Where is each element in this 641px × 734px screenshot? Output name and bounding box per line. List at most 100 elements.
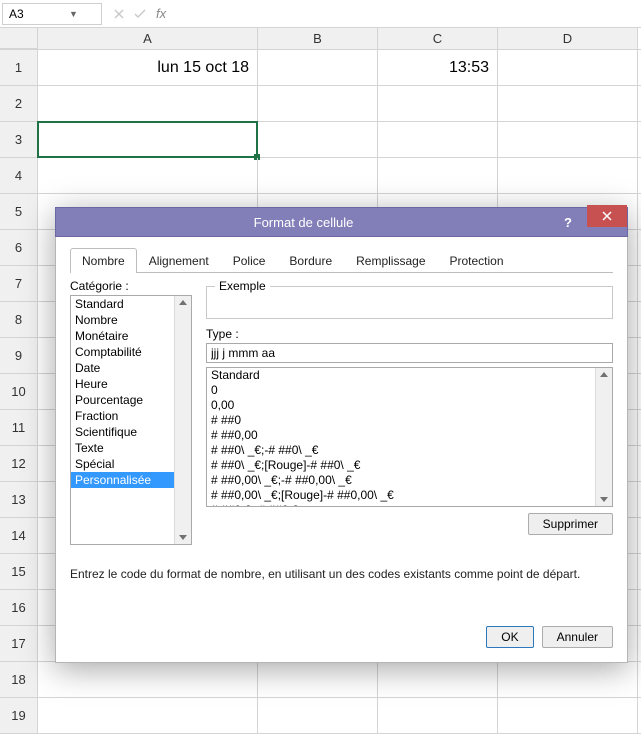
format-item[interactable]: # ##0,00\ _€;-# ##0,00\ _€ <box>207 473 612 488</box>
cell-D18[interactable] <box>498 662 638 697</box>
category-listbox[interactable]: StandardNombreMonétaireComptabilitéDateH… <box>70 295 192 545</box>
cell-B1[interactable] <box>258 50 378 85</box>
format-item[interactable]: # ##0 <box>207 413 612 428</box>
name-box-value: A3 <box>9 7 52 21</box>
confirm-formula-icon[interactable] <box>134 9 146 19</box>
format-item[interactable]: 0 <box>207 383 612 398</box>
cell-C19[interactable] <box>378 698 498 733</box>
category-item[interactable]: Personnalisée <box>71 472 191 488</box>
chevron-down-icon[interactable]: ▼ <box>52 9 95 19</box>
format-item[interactable]: Standard <box>207 368 612 383</box>
name-box[interactable]: A3 ▼ <box>2 3 102 25</box>
ok-button[interactable]: OK <box>486 626 533 648</box>
scrollbar[interactable] <box>174 296 191 544</box>
row-header[interactable]: 5 <box>0 194 38 229</box>
category-item[interactable]: Fraction <box>71 408 191 424</box>
cell-C2[interactable] <box>378 86 498 121</box>
tab-remplissage[interactable]: Remplissage <box>344 248 437 273</box>
format-item[interactable]: # ##0\ _€;[Rouge]-# ##0\ _€ <box>207 458 612 473</box>
category-item[interactable]: Comptabilité <box>71 344 191 360</box>
cell-A4[interactable] <box>38 158 258 193</box>
cell-A18[interactable] <box>38 662 258 697</box>
format-item[interactable]: # ##0\ _€;-# ##0\ _€ <box>207 443 612 458</box>
cell-A3[interactable] <box>38 122 258 157</box>
column-header[interactable]: B <box>258 28 378 49</box>
format-item[interactable]: # ##0,00 <box>207 428 612 443</box>
cell-C3[interactable] <box>378 122 498 157</box>
row-header[interactable]: 4 <box>0 158 38 193</box>
column-header[interactable]: D <box>498 28 638 49</box>
close-button[interactable] <box>587 205 627 227</box>
category-item[interactable]: Monétaire <box>71 328 191 344</box>
tab-nombre[interactable]: Nombre <box>70 248 137 273</box>
tab-police[interactable]: Police <box>221 248 278 273</box>
row-header[interactable]: 18 <box>0 662 38 697</box>
row-header[interactable]: 13 <box>0 482 38 517</box>
category-item[interactable]: Pourcentage <box>71 392 191 408</box>
formula-bar-strip: A3 ▼ fx <box>0 0 641 28</box>
select-all-corner[interactable] <box>0 28 38 49</box>
cell-C1[interactable]: 13:53 <box>378 50 498 85</box>
tab-protection[interactable]: Protection <box>438 248 516 273</box>
cell-D4[interactable] <box>498 158 638 193</box>
row-header[interactable]: 7 <box>0 266 38 301</box>
format-item[interactable]: 0,00 <box>207 398 612 413</box>
cell-B19[interactable] <box>258 698 378 733</box>
row-header[interactable]: 12 <box>0 446 38 481</box>
fx-icon[interactable]: fx <box>156 6 166 21</box>
cell-B4[interactable] <box>258 158 378 193</box>
category-item[interactable]: Nombre <box>71 312 191 328</box>
category-item[interactable]: Texte <box>71 440 191 456</box>
category-item[interactable]: Spécial <box>71 456 191 472</box>
cell-D3[interactable] <box>498 122 638 157</box>
cell-B2[interactable] <box>258 86 378 121</box>
row-header[interactable]: 15 <box>0 554 38 589</box>
row-header[interactable]: 10 <box>0 374 38 409</box>
cell-B3[interactable] <box>258 122 378 157</box>
cell-D19[interactable] <box>498 698 638 733</box>
column-header[interactable]: C <box>378 28 498 49</box>
category-item[interactable]: Date <box>71 360 191 376</box>
cell-D2[interactable] <box>498 86 638 121</box>
format-item[interactable]: # ##0,00\ _€;[Rouge]-# ##0,00\ _€ <box>207 488 612 503</box>
cancel-button[interactable]: Annuler <box>542 626 613 648</box>
cell-A19[interactable] <box>38 698 258 733</box>
delete-button[interactable]: Supprimer <box>528 513 613 535</box>
cell-A1[interactable]: lun 15 oct 18 <box>38 50 258 85</box>
row-header[interactable]: 14 <box>0 518 38 553</box>
row-header[interactable]: 19 <box>0 698 38 733</box>
dialog-tabs: NombreAlignementPoliceBordureRemplissage… <box>70 247 613 273</box>
row-header[interactable]: 8 <box>0 302 38 337</box>
category-item[interactable]: Heure <box>71 376 191 392</box>
cancel-formula-icon[interactable] <box>114 9 124 19</box>
category-item[interactable]: Scientifique <box>71 424 191 440</box>
row-header[interactable]: 3 <box>0 122 38 157</box>
category-label: Catégorie : <box>70 279 192 293</box>
row-header[interactable]: 17 <box>0 626 38 661</box>
format-listbox[interactable]: Standard00,00# ##0# ##0,00# ##0\ _€;-# #… <box>206 367 613 507</box>
row-header[interactable]: 1 <box>0 50 38 85</box>
row-header[interactable]: 6 <box>0 230 38 265</box>
scrollbar[interactable] <box>595 368 612 506</box>
category-item[interactable]: Standard <box>71 296 191 312</box>
example-group: Exemple <box>206 279 613 319</box>
cell-A2[interactable] <box>38 86 258 121</box>
help-text: Entrez le code du format de nombre, en u… <box>70 567 613 581</box>
tab-bordure[interactable]: Bordure <box>277 248 344 273</box>
row-header[interactable]: 16 <box>0 590 38 625</box>
help-button[interactable]: ? <box>551 211 585 233</box>
column-header[interactable]: A <box>38 28 258 49</box>
format-item[interactable]: # ##0 €;-# ##0 € <box>207 503 612 507</box>
type-input[interactable] <box>206 343 613 363</box>
cell-D1[interactable] <box>498 50 638 85</box>
row-header[interactable]: 2 <box>0 86 38 121</box>
example-label: Exemple <box>215 279 270 293</box>
row-header[interactable]: 9 <box>0 338 38 373</box>
format-cells-dialog: Format de cellule ? NombreAlignementPoli… <box>55 207 628 663</box>
cell-C18[interactable] <box>378 662 498 697</box>
cell-C4[interactable] <box>378 158 498 193</box>
tab-alignement[interactable]: Alignement <box>137 248 221 273</box>
row-header[interactable]: 11 <box>0 410 38 445</box>
cell-B18[interactable] <box>258 662 378 697</box>
dialog-titlebar[interactable]: Format de cellule ? <box>55 207 628 237</box>
